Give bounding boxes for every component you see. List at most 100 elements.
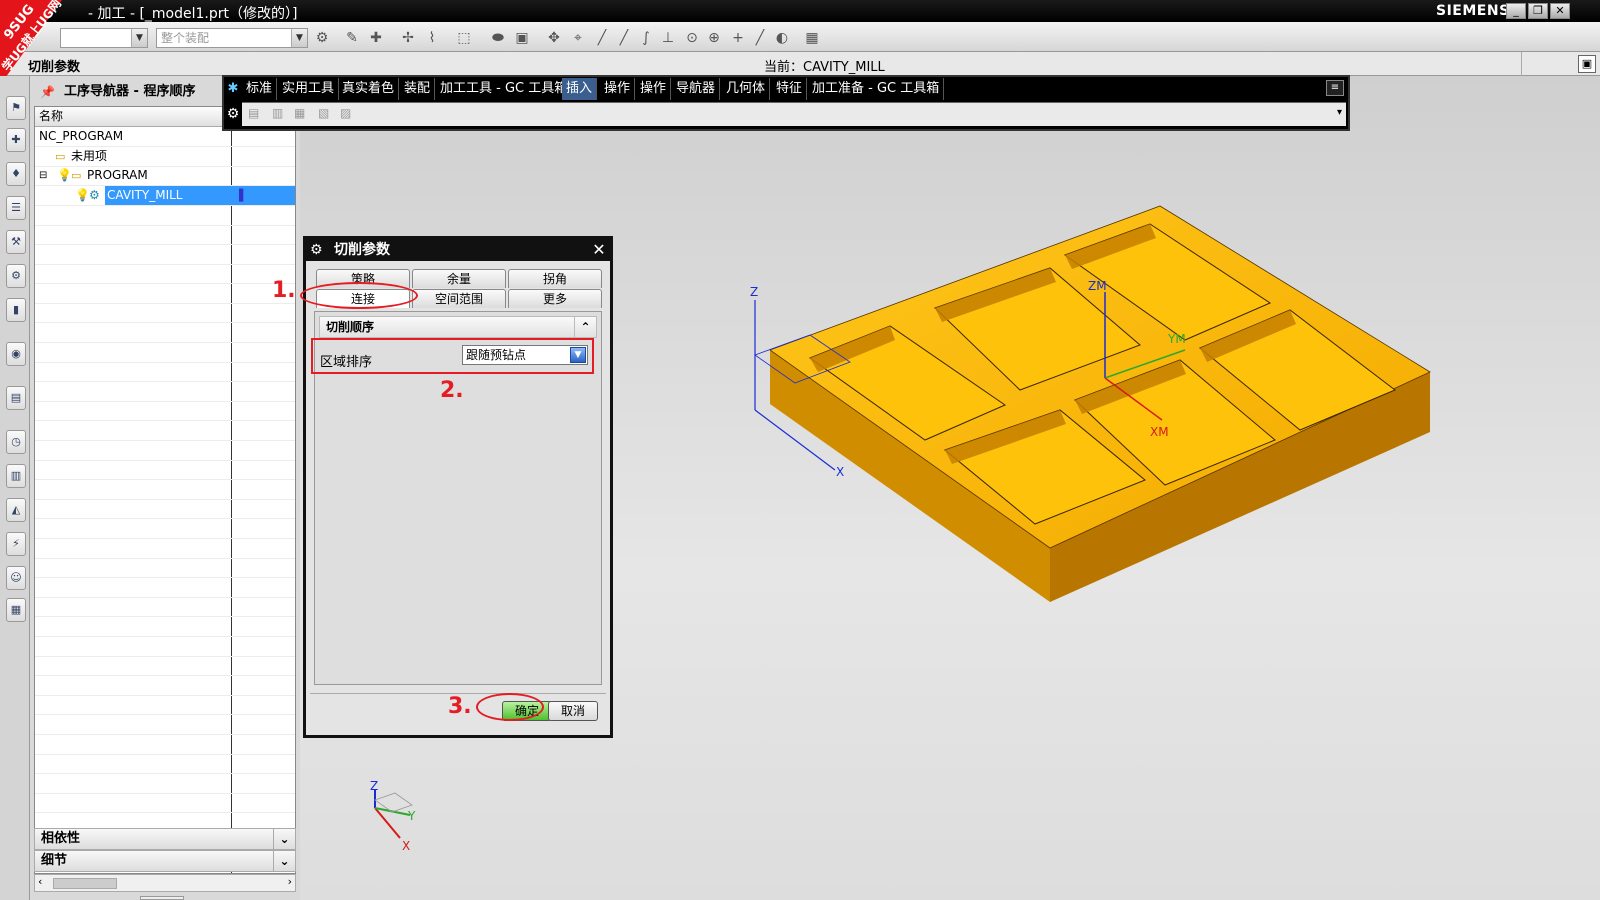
bulb-icon: 💡 xyxy=(75,188,90,202)
machine-tool-icon[interactable]: ⚒ xyxy=(6,230,26,254)
chevron-up-icon[interactable]: ⌃ xyxy=(574,317,596,337)
step-2-label: 2. xyxy=(440,378,464,403)
tab-assembly[interactable]: 装配 xyxy=(400,78,436,100)
web-browser-icon[interactable]: ◉ xyxy=(6,342,26,366)
palette-icon[interactable]: ▮ xyxy=(6,298,26,322)
shade-icon[interactable]: ◐ xyxy=(774,30,790,46)
perpendicular-icon[interactable]: ⊥ xyxy=(660,30,676,46)
dependencies-section[interactable]: 相依性 ⌄ xyxy=(34,828,296,850)
reuse-library-icon[interactable]: ⚙ xyxy=(6,264,26,288)
chevron-down-icon[interactable]: ⌄ xyxy=(273,851,295,871)
horizontal-scrollbar[interactable]: ‹ › xyxy=(34,874,296,892)
pin-icon[interactable]: 📌 xyxy=(40,80,55,104)
filter-icon[interactable]: ⚙ xyxy=(314,30,330,46)
resource-bar: ⚑ ✚ ♦ ☰ ⚒ ⚙ ▮ ◉ ▤ ◷ ▥ ◭ ⚡ ☺ ▦ xyxy=(0,76,30,900)
training-icon[interactable]: ▦ xyxy=(6,598,26,622)
constraint-navigator-icon[interactable]: ✚ xyxy=(6,128,26,152)
select-icon[interactable]: ✎ xyxy=(344,30,360,46)
tab-shading[interactable]: 真实着色 xyxy=(338,78,400,100)
tab-containment[interactable]: 空间范围 xyxy=(412,289,506,308)
mill-operation-icon: ⚙ xyxy=(89,188,100,202)
step-3-label: 3. xyxy=(448,694,472,719)
minimize-button[interactable]: _ xyxy=(1506,3,1526,19)
process-studio-icon[interactable]: ⚡ xyxy=(6,532,26,556)
navigator-title: 工序导航器 - 程序顺序 xyxy=(64,84,196,99)
cancel-button[interactable]: 取消 xyxy=(548,701,598,721)
tab-machining-prep[interactable]: 加工准备 - GC 工具箱 xyxy=(808,78,945,100)
tab-geometry[interactable]: 几何体 xyxy=(722,78,771,100)
tab-operation[interactable]: 操作 xyxy=(600,78,636,100)
history-icon[interactable]: ◷ xyxy=(6,430,26,454)
details-label: 细节 xyxy=(41,853,68,868)
circle-icon[interactable]: ⊙ xyxy=(684,30,700,46)
details-section[interactable]: 细节 ⌄ xyxy=(34,850,296,872)
tangent-icon[interactable]: ╱ xyxy=(752,30,768,46)
part-navigator-icon[interactable]: ♦ xyxy=(6,162,26,186)
visualization-icon[interactable]: ◭ xyxy=(6,498,26,522)
tab-standard[interactable]: 标准 xyxy=(242,78,278,100)
assembly-scope-combo[interactable]: 整个装配 ▼ xyxy=(156,28,308,48)
snap-icon[interactable]: ✚ xyxy=(368,30,384,46)
create-method-icon[interactable]: ▧ xyxy=(318,106,329,120)
line2-icon[interactable]: ╱ xyxy=(616,30,632,46)
xm-label: XM xyxy=(1150,425,1169,439)
create-tool-icon[interactable]: ▥ xyxy=(272,106,283,120)
tree-row-cavity-mill[interactable]: 💡 ⚙ CAVITY_MILL ▌ xyxy=(35,186,295,206)
document-icon[interactable]: ▤ xyxy=(6,386,26,410)
grid-icon[interactable]: ▦ xyxy=(804,30,820,46)
rectangle-select-icon[interactable]: ⬚ xyxy=(456,30,472,46)
tab-operation-2[interactable]: 操作 xyxy=(636,78,672,100)
tab-navigator[interactable]: 导航器 xyxy=(672,78,721,100)
folder-icon: ▭ xyxy=(71,169,82,182)
operation-navigator-icon[interactable]: ☰ xyxy=(6,196,26,220)
divider xyxy=(1521,52,1522,76)
move-icon[interactable]: ⌖ xyxy=(570,30,586,46)
pan-icon[interactable]: ✥ xyxy=(546,30,562,46)
annotation-ring-tab xyxy=(300,282,418,309)
chevron-down-icon[interactable]: ▾ xyxy=(1337,107,1342,118)
tree-row-unused[interactable]: ▭ 未用项 xyxy=(35,147,295,167)
close-button[interactable]: ✕ xyxy=(1550,3,1570,19)
point-icon[interactable]: + xyxy=(730,30,746,46)
cut-order-group[interactable]: 切削顺序 ⌃ xyxy=(319,316,597,338)
tab-corners[interactable]: 拐角 xyxy=(508,269,602,288)
site-badge: 9SUG 学UG就上UG网 xyxy=(0,0,64,85)
create-program-icon[interactable]: ▤ xyxy=(248,106,259,120)
create-operation-icon[interactable]: ▨ xyxy=(340,106,351,120)
scroll-left-icon[interactable]: ‹ xyxy=(38,875,42,888)
restore-button[interactable]: ❐ xyxy=(1528,3,1548,19)
toolbar-options-icon[interactable]: ≡ xyxy=(1326,80,1344,96)
assembly-navigator-icon[interactable]: ⚑ xyxy=(6,96,26,120)
cube-icon[interactable]: ▣ xyxy=(514,30,530,46)
tree-row-label: PROGRAM xyxy=(87,168,148,182)
solid-icon[interactable]: ⬬ xyxy=(490,30,506,46)
close-icon[interactable]: ✕ xyxy=(590,241,608,259)
roles-icon[interactable]: ☺ xyxy=(6,566,26,590)
select-feature-icon[interactable]: ✢ xyxy=(400,30,416,46)
group-title: 切削顺序 xyxy=(326,320,375,334)
window-icon[interactable]: ▣ xyxy=(1578,55,1596,73)
scroll-thumb[interactable] xyxy=(53,878,117,889)
gear-icon[interactable]: ⚙ xyxy=(225,102,241,126)
tab-insert[interactable]: 插入 xyxy=(562,78,598,100)
system-materials-icon[interactable]: ▥ xyxy=(6,464,26,488)
cue-line: 切削参数 当前：CAVITY_MILL ▣ xyxy=(0,52,1600,76)
line-icon[interactable]: ╱ xyxy=(594,30,610,46)
folder-icon: ▭ xyxy=(55,150,66,163)
curve-icon[interactable]: ∫ xyxy=(638,30,654,46)
step-1-label: 1. xyxy=(272,278,296,303)
tab-machining-tools[interactable]: 加工工具 - GC 工具箱 xyxy=(436,78,573,100)
tab-stock[interactable]: 余量 xyxy=(412,269,506,288)
tab-more[interactable]: 更多 xyxy=(508,289,602,308)
tab-utilities[interactable]: 实用工具 xyxy=(278,78,340,100)
chevron-down-icon[interactable]: ⌄ xyxy=(273,829,295,849)
tab-feature[interactable]: 特征 xyxy=(772,78,808,100)
toolbar-icon-row: ▤ ▥ ▦ ▧ ▨ ▾ xyxy=(242,102,1346,126)
create-geometry-icon[interactable]: ▦ xyxy=(294,106,305,120)
splitter-handle[interactable] xyxy=(140,896,184,900)
scroll-right-icon[interactable]: › xyxy=(288,875,292,888)
select-face-icon[interactable]: ⌇ xyxy=(424,30,440,46)
collapse-icon[interactable]: ⊟ xyxy=(39,166,47,185)
tree-row-program[interactable]: ⊟ 💡 ▭ PROGRAM xyxy=(35,166,295,186)
center-icon[interactable]: ⊕ xyxy=(706,30,722,46)
